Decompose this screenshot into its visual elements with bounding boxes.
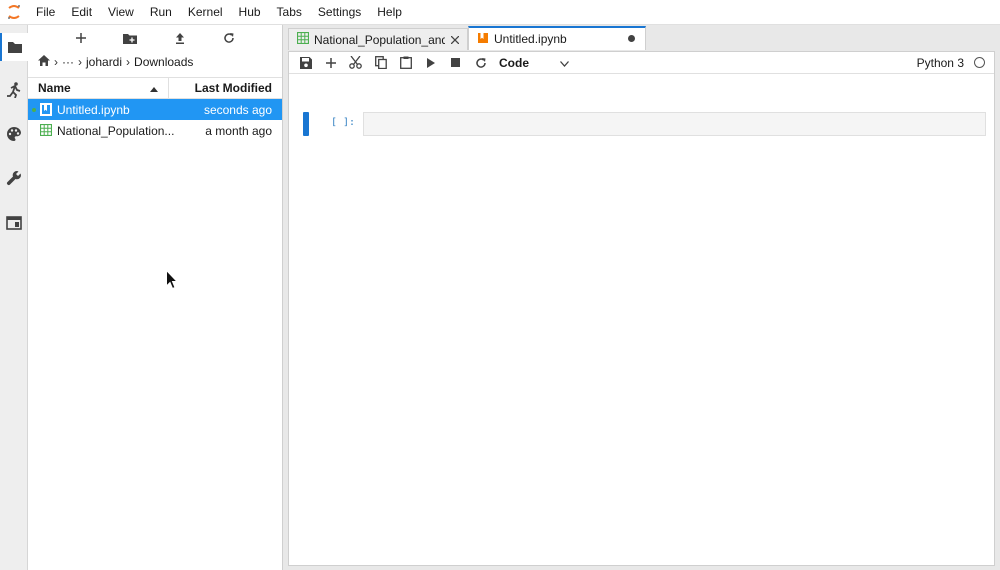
main-area: National_Population_and_D Untitled.ipynb: [283, 25, 1000, 570]
menu-run[interactable]: Run: [142, 0, 180, 25]
breadcrumb-ellipsis[interactable]: ···: [62, 55, 74, 69]
wrench-icon[interactable]: [0, 164, 28, 192]
paste-button[interactable]: [393, 52, 418, 74]
notebook-file-icon: [477, 32, 489, 47]
close-icon[interactable]: [450, 33, 460, 47]
breadcrumb-separator: ›: [126, 55, 131, 69]
kernel-idle-status-icon: [974, 57, 985, 68]
menu-edit[interactable]: Edit: [63, 0, 100, 25]
refresh-button[interactable]: [217, 27, 241, 49]
cut-button[interactable]: [343, 52, 368, 74]
jupyter-logo-icon: [0, 0, 28, 25]
mouse-pointer-icon: [166, 269, 179, 290]
sort-ascending-icon: [150, 81, 158, 95]
palette-icon[interactable]: [0, 120, 28, 148]
menu-settings[interactable]: Settings: [310, 0, 369, 25]
run-cell-button[interactable]: [418, 52, 443, 74]
menu-tabs[interactable]: Tabs: [269, 0, 310, 25]
running-indicator-icon: [32, 108, 36, 112]
tab-bar: National_Population_and_D Untitled.ipynb: [288, 26, 646, 52]
modified-column-header[interactable]: Last Modified: [169, 81, 282, 95]
activity-bar: [0, 25, 28, 570]
breadcrumb-folder[interactable]: Downloads: [134, 55, 193, 69]
file-browser-toolbar: [28, 25, 282, 51]
breadcrumb: › ··· › johardi › Downloads: [28, 51, 282, 73]
tab-untitled-notebook[interactable]: Untitled.ipynb: [468, 26, 646, 50]
breadcrumb-separator: ›: [78, 55, 82, 69]
menu-file[interactable]: File: [28, 0, 63, 25]
tabs-icon[interactable]: [0, 209, 28, 237]
folder-icon[interactable]: [0, 33, 28, 61]
tab-national-population[interactable]: National_Population_and_D: [288, 28, 468, 50]
menu-view[interactable]: View: [100, 0, 142, 25]
restart-kernel-button[interactable]: [468, 52, 493, 74]
file-row-national-population[interactable]: National_Population... a month ago: [28, 120, 282, 141]
insert-cell-button[interactable]: [318, 52, 343, 74]
menu-hub[interactable]: Hub: [231, 0, 269, 25]
breadcrumb-user[interactable]: johardi: [86, 55, 122, 69]
input-prompt: [ ]:: [331, 117, 356, 128]
running-icon[interactable]: [0, 76, 28, 104]
csv-file-icon: [39, 123, 53, 137]
home-icon[interactable]: [38, 55, 50, 69]
unsaved-dot-icon[interactable]: [628, 35, 635, 42]
menu-bar: File Edit View Run Kernel Hub Tabs Setti…: [0, 0, 1000, 25]
notebook-file-icon: [40, 103, 52, 116]
csv-file-icon: [296, 31, 310, 47]
breadcrumb-separator: ›: [54, 55, 58, 69]
copy-button[interactable]: [368, 52, 393, 74]
cell-input-editor[interactable]: [363, 112, 986, 136]
menu-kernel[interactable]: Kernel: [180, 0, 231, 25]
new-folder-button[interactable]: [118, 27, 142, 49]
cell-type-select[interactable]: Code: [499, 56, 569, 70]
code-cell[interactable]: [ ]:: [303, 112, 986, 136]
interrupt-kernel-button[interactable]: [443, 52, 468, 74]
chevron-down-icon: [560, 56, 569, 70]
name-column-header[interactable]: Name: [28, 78, 169, 98]
upload-button[interactable]: [168, 27, 192, 49]
active-cell-indicator[interactable]: [303, 112, 309, 136]
notebook-panel: Code Python 3 [ ]:: [288, 51, 995, 566]
file-list-header: Name Last Modified: [28, 77, 282, 99]
menu-help[interactable]: Help: [369, 0, 410, 25]
file-row-untitled[interactable]: Untitled.ipynb seconds ago: [28, 99, 282, 120]
kernel-name[interactable]: Python 3: [917, 56, 964, 70]
file-browser: › ··· › johardi › Downloads Name Last Mo…: [28, 25, 283, 570]
new-launcher-button[interactable]: [69, 27, 93, 49]
notebook-toolbar: Code Python 3: [289, 52, 994, 74]
save-button[interactable]: [293, 52, 318, 74]
